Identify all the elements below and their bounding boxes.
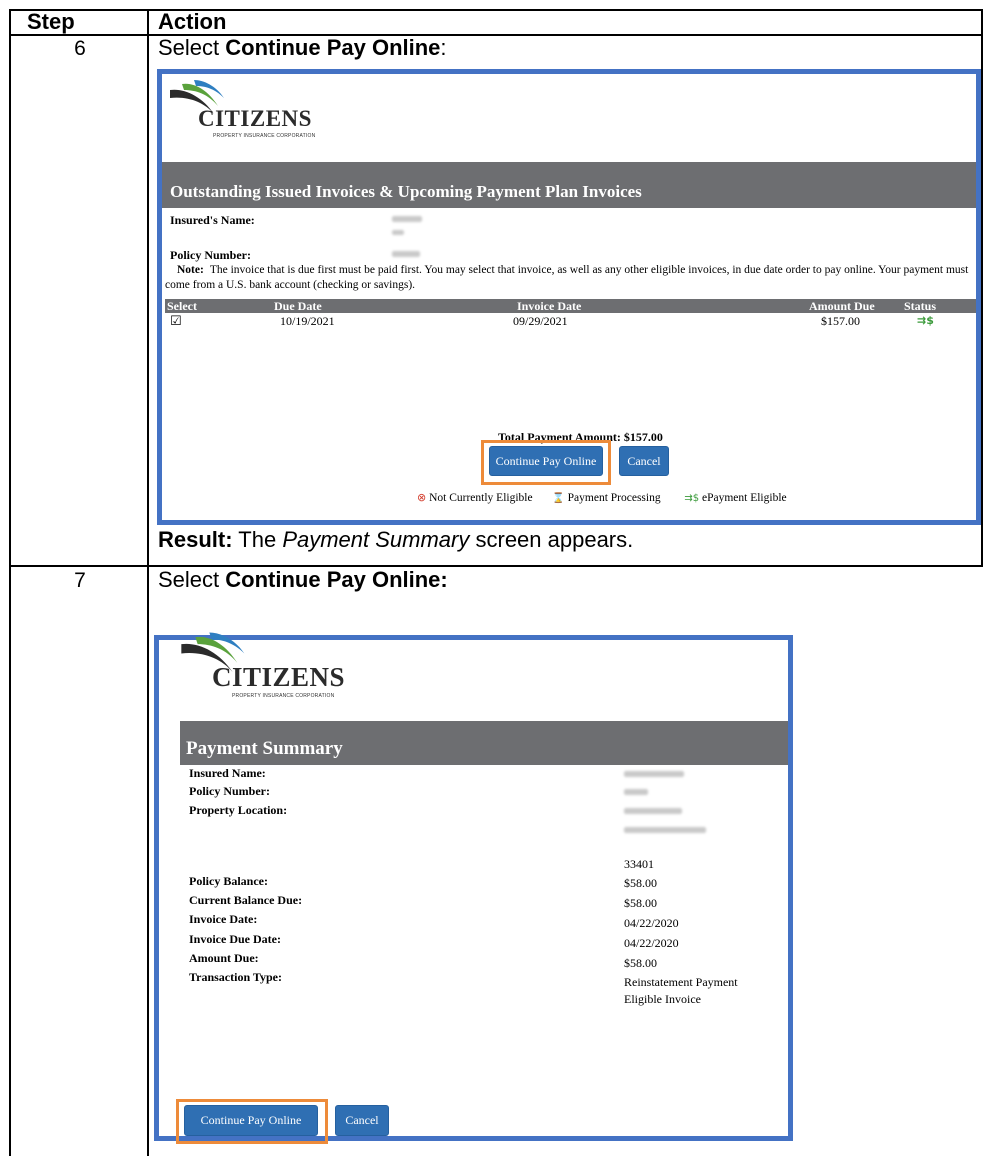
- policy-number-label: Policy Number:: [170, 248, 251, 262]
- result-post: screen appears.: [469, 527, 634, 552]
- citizens-logo: CITIZENS PROPERTY INSURANCE CORPORATION: [168, 80, 368, 140]
- screenshot-payment-summary: CITIZENS PROPERTY INSURANCE CORPORATION …: [154, 632, 793, 1144]
- page-title-band: Outstanding Issued Invoices & Upcoming P…: [162, 162, 976, 208]
- policy-number-label-2: Policy Number:: [189, 784, 270, 798]
- not-eligible-label: Not Currently Eligible: [429, 492, 533, 504]
- processing-icon: ⌛: [552, 493, 565, 504]
- row-amount-due: $157.00: [821, 314, 860, 328]
- step6-instruction: Select Continue Pay Online:: [158, 35, 447, 61]
- policy-number-redacted: [392, 251, 420, 257]
- header-action: Action: [158, 9, 227, 34]
- transaction-type-value-1: Reinstatement Payment: [624, 975, 738, 989]
- invoice-due-date-label: Invoice Due Date:: [189, 932, 281, 946]
- note-text: Note: The invoice that is due first must …: [165, 263, 975, 293]
- step6-instruction-prefix: Select: [158, 35, 226, 60]
- policy-balance-value: $58.00: [624, 876, 657, 890]
- page-title: Outstanding Issued Invoices & Upcoming P…: [170, 182, 642, 201]
- not-eligible-icon: ⊗: [417, 491, 427, 504]
- insured-name-redacted-2: [392, 230, 404, 235]
- insured-name-label-2: Insured Name:: [189, 766, 266, 780]
- col-status: Status: [904, 299, 937, 313]
- transaction-type-value-2: Eligible Invoice: [624, 992, 701, 1006]
- invoice-table-header: Select Due Date Invoice Date Amount Due …: [165, 299, 976, 313]
- citizens-logo-2: CITIZENS PROPERTY INSURANCE CORPORATION: [179, 632, 379, 704]
- invoice-date-value: 04/22/2020: [624, 916, 679, 930]
- logo-wordmark-2: CITIZENS: [212, 662, 346, 692]
- policy-number-redacted-2: [624, 789, 648, 795]
- step7-instruction: Select Continue Pay Online:: [158, 567, 448, 593]
- continue-pay-online-button[interactable]: Continue Pay Online: [489, 446, 603, 476]
- row-invoice-date: 09/29/2021: [513, 314, 568, 328]
- step7-instruction-bold: Continue Pay Online:: [225, 567, 448, 592]
- result-label: Result:: [158, 527, 233, 552]
- step6-instruction-suffix: :: [440, 35, 447, 60]
- current-balance-due-value: $58.00: [624, 896, 657, 910]
- logo-wordmark: CITIZENS: [198, 106, 312, 131]
- amount-due-value: $58.00: [624, 956, 657, 970]
- col-due-date: Due Date: [274, 299, 322, 313]
- eligible-icon: ⇉$: [684, 493, 700, 504]
- eligible-label: ePayment Eligible: [701, 492, 787, 504]
- page-title-2: Payment Summary: [186, 738, 343, 759]
- screenshot-invoices: CITIZENS PROPERTY INSURANCE CORPORATION …: [157, 69, 981, 525]
- note-body-2: come from a U.S. bank account (checking …: [165, 279, 416, 291]
- row-divider: [9, 565, 983, 567]
- property-zip: 33401: [624, 857, 654, 871]
- step6-instruction-bold: Continue Pay Online: [225, 35, 441, 60]
- table-row: ☑ 10/19/2021 09/29/2021 $157.00 ⇉$: [165, 314, 976, 330]
- processing-label: Payment Processing: [567, 492, 661, 504]
- col-invoice-date: Invoice Date: [517, 299, 582, 313]
- cancel-button-2[interactable]: Cancel: [335, 1105, 389, 1136]
- property-location-redacted-2: [624, 827, 706, 833]
- insured-name-redacted: [392, 216, 422, 222]
- property-location-label: Property Location:: [189, 803, 288, 817]
- table-border-top: [9, 9, 983, 11]
- current-balance-due-label: Current Balance Due:: [189, 893, 303, 907]
- invoice-due-date-value: 04/22/2020: [624, 936, 679, 950]
- status-legend: ⊗ Not Currently Eligible ⌛ Payment Proce…: [417, 491, 977, 504]
- page-title-band-2: Payment Summary: [180, 721, 788, 765]
- step6-result: Result: The Payment Summary screen appea…: [158, 527, 633, 553]
- col-select: Select: [167, 299, 197, 313]
- table-border-right: [981, 9, 983, 567]
- insured-name-label: Insured's Name:: [170, 213, 255, 227]
- note-label: Note:: [177, 264, 204, 276]
- invoice-checkbox[interactable]: ☑: [170, 314, 182, 329]
- policy-balance-label: Policy Balance:: [189, 874, 268, 888]
- property-location-redacted-1: [624, 808, 682, 814]
- result-pre: The: [232, 527, 283, 552]
- logo-subtitle-2: PROPERTY INSURANCE CORPORATION: [232, 693, 335, 699]
- note-body: The invoice that is due first must be pa…: [209, 264, 969, 276]
- epayment-eligible-icon: ⇉$: [917, 314, 934, 327]
- insured-name-redacted-3: [624, 771, 684, 777]
- col-amount-due: Amount Due: [809, 299, 875, 313]
- invoice-date-label: Invoice Date:: [189, 912, 258, 926]
- header-divider: [9, 34, 983, 36]
- result-italic: Payment Summary: [282, 527, 470, 552]
- logo-subtitle: PROPERTY INSURANCE CORPORATION: [213, 133, 316, 139]
- step-number-6: 6: [74, 37, 86, 60]
- transaction-type-label: Transaction Type:: [189, 970, 283, 984]
- cancel-button[interactable]: Cancel: [619, 446, 669, 476]
- header-step: Step: [27, 9, 75, 34]
- step-number-7: 7: [74, 569, 86, 592]
- row-due-date: 10/19/2021: [280, 314, 335, 328]
- amount-due-label: Amount Due:: [189, 951, 259, 965]
- continue-pay-online-button-2[interactable]: Continue Pay Online: [184, 1105, 318, 1136]
- step7-instruction-prefix: Select: [158, 567, 226, 592]
- total-payment-value: $157.00: [623, 430, 663, 444]
